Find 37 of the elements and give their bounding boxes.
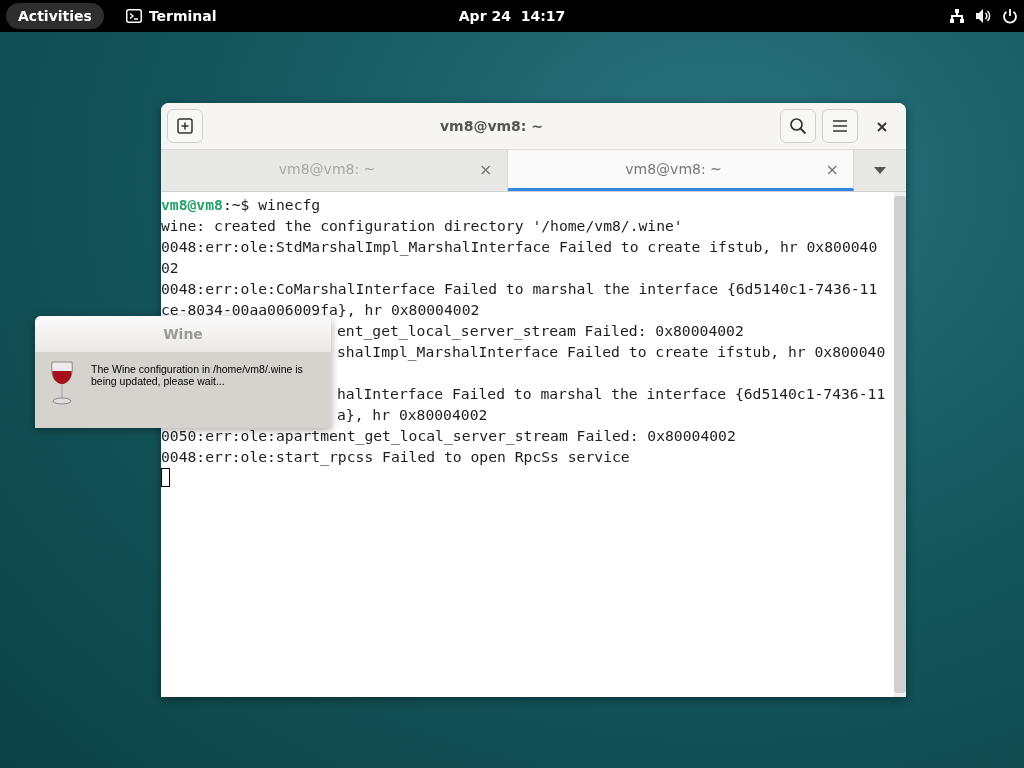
terminal-line: 0048:err:ole:start_rpcss Failed to open RpcSs service	[161, 447, 630, 467]
app-name[interactable]: Terminal	[148, 8, 217, 24]
wine-glass-icon	[49, 360, 75, 406]
tab[interactable]: vm8@vm8: ~ ×	[507, 150, 854, 191]
terminal-line: ce-8034-00aa006009fa}, hr 0x80004002	[161, 300, 480, 320]
volume-icon[interactable]	[975, 8, 992, 24]
terminal-line: 0048:err:ole:StdMarshalImpl_MarshalInterface Failed to create ifstub, hr 0x800040	[161, 237, 878, 257]
tab-close-button[interactable]: ×	[479, 159, 493, 179]
terminal-line: 0048:err:ole:CoMarshalInterface Failed to marshal the interface {6d5140c1-7436-11	[161, 279, 878, 299]
search-button[interactable]	[780, 109, 816, 143]
new-tab-button[interactable]	[167, 109, 203, 143]
clock[interactable]: Apr 24 14:17	[458, 8, 566, 24]
power-icon[interactable]	[1002, 8, 1018, 24]
activities-button[interactable]: Activities	[6, 3, 104, 29]
terminal-line: shalImpl_MarshalInterface Failed to create ifstub, hr 0x800040	[337, 342, 886, 362]
terminal-icon	[125, 9, 142, 23]
terminal-line: a}, hr 0x80004002	[337, 405, 488, 425]
prompt-user-host: vm8@vm8	[161, 195, 223, 215]
terminal-line: ent_get_local_server_stream Failed: 0x80004002	[337, 321, 744, 341]
caret-icon	[874, 167, 886, 174]
menu-icon	[832, 119, 848, 133]
terminal-line: wine: created the configuration directory '/home/vm8/.wine'	[161, 216, 683, 236]
tab-close-button[interactable]: ×	[825, 159, 839, 179]
menu-button[interactable]	[822, 109, 858, 143]
close-icon	[877, 121, 887, 132]
dialog-message: The Wine configuration in /home/vm8/.wine is being updated, please wait...	[91, 362, 304, 389]
terminal-line: 02	[161, 258, 179, 278]
plus-icon	[177, 118, 193, 134]
cursor	[161, 468, 170, 487]
scrollbar[interactable]	[894, 192, 906, 697]
dialog-title: Wine	[163, 326, 203, 342]
prompt-command: :~$ winecfg	[222, 195, 321, 215]
network-icon[interactable]	[949, 8, 965, 24]
window-title: vm8@vm8: ~	[439, 118, 544, 134]
terminal-line: 0050:err:ole:apartment_get_local_server_stream Failed: 0x80004002	[161, 426, 736, 446]
search-icon	[789, 117, 807, 135]
terminal-line: halInterface Failed to marshal the interface {6d5140c1-7436-11	[337, 384, 886, 404]
